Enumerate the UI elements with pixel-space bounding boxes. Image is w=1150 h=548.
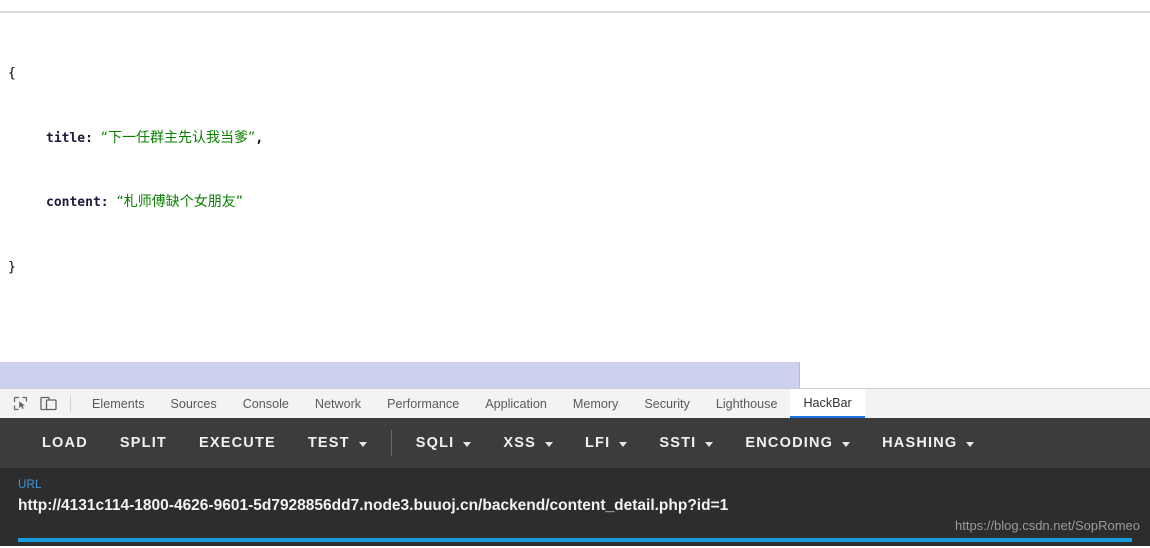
url-field-label: URL — [18, 479, 42, 491]
json-close-brace: } — [8, 259, 16, 275]
tab-label: Memory — [572, 396, 619, 411]
hackbar-xss-button[interactable]: XSS — [487, 429, 569, 457]
tab-label: Console — [242, 396, 289, 411]
button-label: TEST — [307, 435, 350, 451]
inspect-element-icon[interactable] — [6, 389, 34, 418]
url-input-underline — [18, 538, 1132, 542]
tab-label: HackBar — [803, 395, 852, 410]
hackbar-load-button[interactable]: LOAD — [26, 429, 104, 457]
hackbar-lfi-button[interactable]: LFI — [569, 429, 643, 457]
browser-page-content: { title: “下一任群主先认我当爹”, content: “札师傅缺个女朋… — [0, 0, 1150, 362]
tabstrip-divider — [70, 395, 71, 412]
button-label: EXECUTE — [198, 435, 276, 451]
button-label: SQLI — [415, 435, 455, 451]
tab-label: Application — [485, 396, 547, 411]
hackbar-hashing-button[interactable]: HASHING — [866, 429, 990, 457]
tab-label: Sources — [170, 396, 217, 411]
tab-network[interactable]: Network — [302, 389, 374, 418]
devtools-resize-highlight[interactable] — [0, 362, 800, 388]
tab-label: Elements — [92, 396, 145, 411]
json-line-title: title: “下一任群主先认我当爹”, — [8, 128, 263, 150]
chevron-down-icon — [358, 441, 367, 447]
tab-memory[interactable]: Memory — [560, 389, 631, 418]
chevron-down-icon — [545, 441, 553, 447]
tab-console[interactable]: Console — [230, 389, 302, 418]
button-label: LFI — [585, 435, 611, 451]
json-key-title: title: — [46, 130, 93, 146]
url-input[interactable]: http://4131c114-1800-4626-9601-5d7928856… — [18, 494, 1132, 518]
tab-elements[interactable]: Elements — [79, 389, 158, 418]
hackbar-toolbar: LOAD SPLIT EXECUTE TEST SQLI XSS LFI SST… — [0, 418, 1150, 468]
json-line-open-brace: { — [8, 63, 263, 85]
chevron-down-icon — [463, 441, 472, 447]
chevron-down-icon — [705, 441, 714, 447]
json-line-content: content: “札师傅缺个女朋友” — [8, 192, 263, 214]
hackbar-ssti-button[interactable]: SSTI — [643, 429, 729, 457]
page-top-divider — [0, 11, 1150, 13]
toolbar-divider — [390, 430, 392, 456]
tab-lighthouse[interactable]: Lighthouse — [703, 389, 791, 418]
tab-label: Lighthouse — [715, 396, 778, 411]
button-label: XSS — [503, 435, 536, 451]
hackbar-test-button[interactable]: TEST — [292, 429, 383, 457]
button-label: SPLIT — [119, 435, 167, 451]
json-key-content: content: — [46, 195, 109, 210]
chevron-down-icon — [619, 441, 628, 447]
chevron-down-icon — [966, 441, 975, 447]
tab-label: Network — [314, 396, 362, 411]
tab-application[interactable]: Application — [472, 389, 560, 418]
tab-label: Performance — [387, 396, 460, 411]
device-toolbar-icon[interactable] — [34, 389, 62, 418]
tab-hackbar[interactable]: HackBar — [790, 389, 865, 418]
devtools-panel: Elements Sources Console Network Perform… — [0, 388, 1150, 548]
hackbar-split-button[interactable]: SPLIT — [104, 429, 183, 457]
tab-label: Security — [644, 396, 690, 411]
json-response-body: { title: “下一任群主先认我当爹”, content: “札师傅缺个女朋… — [8, 20, 263, 321]
devtools-tabstrip: Elements Sources Console Network Perform… — [0, 388, 1150, 418]
button-label: LOAD — [42, 435, 88, 451]
json-open-brace: { — [8, 66, 16, 81]
chevron-down-icon — [842, 441, 851, 447]
tab-sources[interactable]: Sources — [158, 389, 230, 418]
hackbar-execute-button[interactable]: EXECUTE — [183, 429, 292, 457]
json-value-title: “下一任群主先认我当爹” — [100, 129, 256, 146]
hackbar-sqli-button[interactable]: SQLI — [400, 429, 488, 457]
json-line-close-brace: } — [8, 257, 263, 279]
json-value-content: “札师傅缺个女朋友” — [116, 194, 243, 210]
hackbar-url-panel: URL http://4131c114-1800-4626-9601-5d792… — [0, 468, 1150, 546]
json-space — [93, 131, 101, 146]
hackbar-encoding-button[interactable]: ENCODING — [729, 429, 866, 457]
button-label: SSTI — [659, 435, 697, 451]
button-label: ENCODING — [745, 435, 834, 451]
json-comma-title: , — [255, 130, 264, 146]
button-label: HASHING — [882, 435, 958, 451]
tab-performance[interactable]: Performance — [374, 389, 472, 418]
watermark-text: https://blog.csdn.net/SopRomeo — [954, 518, 1140, 533]
tab-security[interactable]: Security — [631, 389, 703, 418]
